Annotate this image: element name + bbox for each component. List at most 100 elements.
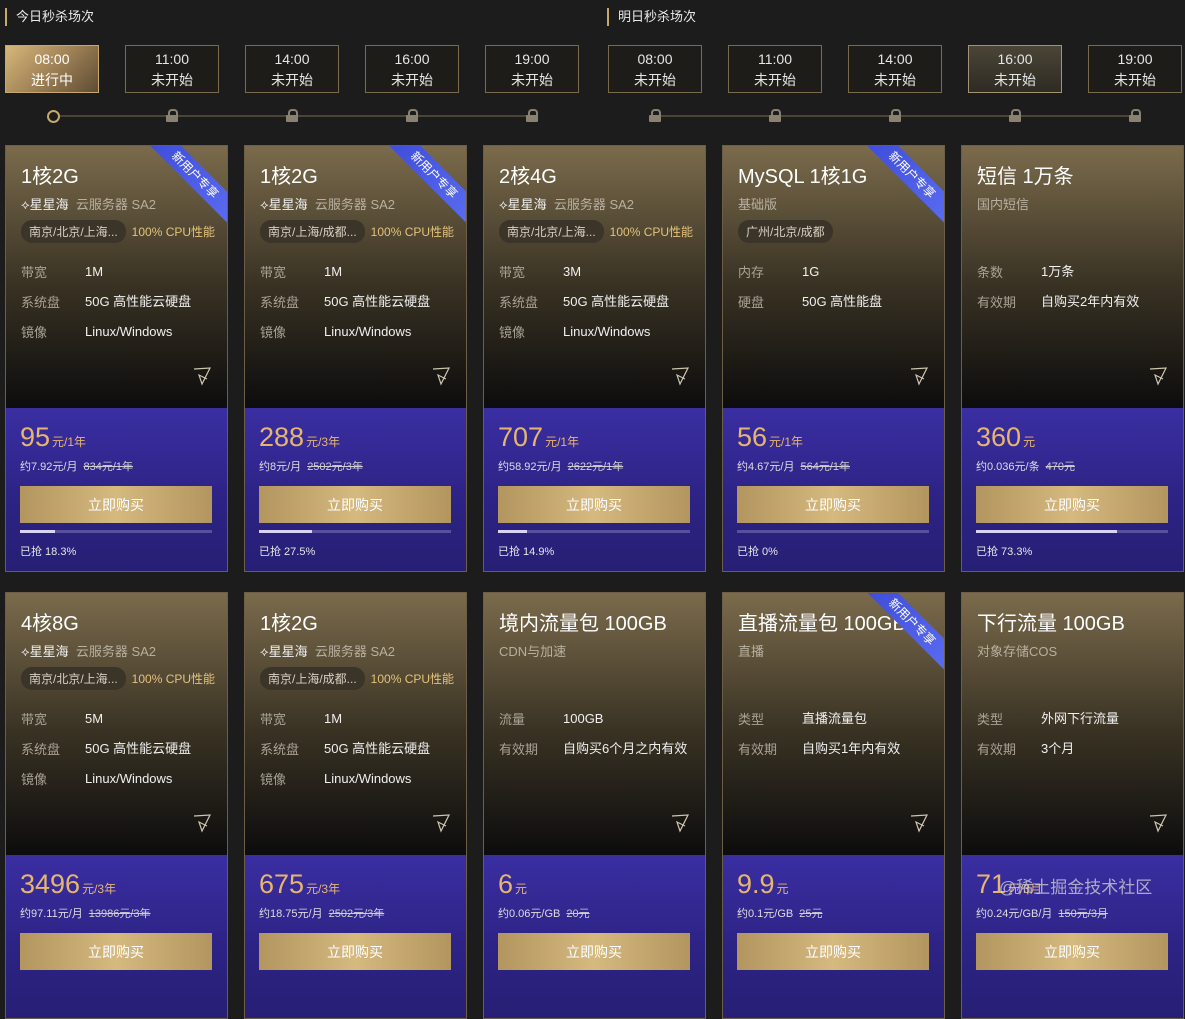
spec-value: 1M (324, 264, 343, 279)
tomorrow-slot-4[interactable]: 19:00 未开始 (1088, 45, 1182, 93)
product-name: 云服务器 SA2 (553, 197, 635, 212)
slot-time: 16:00 (997, 51, 1033, 67)
diamond-icon: ⟡ (260, 644, 269, 659)
product-name: 直播 (738, 644, 765, 659)
tomorrow-slot-2[interactable]: 14:00 未开始 (848, 45, 942, 93)
buy-button[interactable]: 立即购买 (498, 933, 690, 970)
brand-mark-icon (193, 367, 212, 386)
buy-button[interactable]: 立即购买 (737, 486, 929, 523)
spec-value: 100GB (563, 711, 604, 726)
sold-percent: 已抢 14.9% (498, 546, 555, 558)
original-price: 13986元/3年 (88, 908, 151, 920)
spec-value: 外网下行流量 (1041, 711, 1120, 726)
spec-row: 系统盘 50G 高性能云硬盘 (21, 292, 215, 311)
tomorrow-slot-0[interactable]: 08:00 未开始 (608, 45, 702, 93)
price-unit: 元/3年 (306, 435, 341, 449)
today-slot-1[interactable]: 11:00 未开始 (125, 45, 219, 93)
lock-icon (769, 109, 781, 122)
price-value: 6 (498, 869, 514, 899)
spec-key: 镜像 (21, 772, 48, 787)
card-subtitle: 国内短信 (977, 194, 1029, 213)
price-per: 约0.036元/条 470元 (976, 458, 1075, 474)
spec-row: 系统盘 50G 高性能云硬盘 (260, 292, 454, 311)
product-card[interactable]: 1核2G ⟡星星海 云服务器 SA2 南京/北京/上海... 100% CPU性能 带宽… (5, 145, 228, 572)
spec-value: 3个月 (1041, 741, 1075, 756)
spec-value: 50G 高性能云硬盘 (85, 294, 192, 309)
buy-button[interactable]: 立即购买 (976, 486, 1168, 523)
card-tags: 南京/北京/上海... 100% CPU性能 (21, 220, 215, 243)
spec-key: 镜像 (260, 772, 287, 787)
product-card[interactable]: 短信 1万条 国内短信 条数 1万条 有效期 自购买2年内有效 360 元约0.036元/条 4… (961, 145, 1184, 572)
region-tag: 南京/北京/上海... (21, 220, 126, 243)
new-user-badge: 新用户专享 (383, 146, 466, 226)
sold-progress-fill (498, 530, 527, 533)
product-card[interactable]: 1核2G ⟡星星海 云服务器 SA2 南京/上海/成都... 100% CPU性能带宽… (244, 592, 467, 1019)
price-per: 约8元/月 2502元/3年 (259, 458, 363, 474)
buy-button[interactable]: 立即购买 (737, 933, 929, 970)
monthly-price: 约0.036元/条 (976, 461, 1040, 473)
price: 3496 元/3年 (20, 869, 116, 900)
spec-value: 50G 高性能云硬盘 (563, 294, 670, 309)
spec-value: 3M (563, 264, 582, 279)
spec-row: 类型 外网下行流量 (977, 709, 1171, 728)
card-subtitle: ⟡星星海 云服务器 SA2 (260, 641, 395, 660)
original-price: 2502元/3年 (307, 461, 363, 473)
buy-button[interactable]: 立即购买 (259, 486, 451, 523)
brand-logo: ⟡星星海 (260, 197, 308, 212)
product-name: 云服务器 SA2 (314, 197, 396, 212)
price-per: 约7.92元/月 834元/1年 (20, 458, 133, 474)
price-unit: 元 (1023, 435, 1036, 449)
card-title: 下行流量 100GB (977, 613, 1125, 635)
card-title: MySQL 1核1G (738, 166, 868, 188)
sold-percent: 已抢 0% (737, 546, 778, 558)
slot-time: 08:00 (637, 51, 673, 67)
spec-row: 镜像 Linux/Windows (260, 769, 454, 788)
purchase-panel: 56 元/1年 约4.67元/月 564元/1年 立即购买 已抢 0% (723, 408, 944, 571)
spec-row: 带宽 1M (260, 709, 454, 728)
today-slot-4[interactable]: 19:00 未开始 (485, 45, 579, 93)
product-card[interactable]: 2核4G ⟡星星海 云服务器 SA2 南京/北京/上海... 100% CPU性能 带宽… (483, 145, 706, 572)
product-card[interactable]: 境内流量包 100GB CDN与加速 流量 100GB 有效期 自购买6个月之内有效 6 元约… (483, 592, 706, 1019)
today-slot-2[interactable]: 14:00 未开始 (245, 45, 339, 93)
card-subtitle: ⟡星星海 云服务器 SA2 (21, 641, 156, 660)
product-card[interactable]: 直播流量包 100GB 直播 类型 直播流量包 有效期 自购买1年内有效 新用户专享 9.9 元… (722, 592, 945, 1019)
product-card[interactable]: 4核8G ⟡星星海 云服务器 SA2 南京/北京/上海... 100% CPU性能 带宽… (5, 592, 228, 1019)
tomorrow-slot-1[interactable]: 11:00 未开始 (728, 45, 822, 93)
tomorrow-slot-3[interactable]: 16:00 未开始 (968, 45, 1062, 93)
card-subtitle: ⟡星星海 云服务器 SA2 (499, 194, 634, 213)
product-name: 云服务器 SA2 (75, 644, 157, 659)
sold-percent: 已抢 18.3% (20, 546, 77, 558)
price: 360 元 (976, 422, 1035, 453)
card-title: 1核2G (260, 613, 318, 635)
product-card[interactable]: MySQL 1核1G 基础版 广州/北京/成都 内存 1G 硬盘 50G 高性能盘 新用户专享… (722, 145, 945, 572)
monthly-price: 约0.06元/GB (498, 908, 561, 920)
cpu-tag: 100% CPU性能 (131, 225, 216, 239)
price-per: 约97.11元/月 13986元/3年 (20, 905, 151, 921)
slot-time: 14:00 (274, 51, 310, 67)
buy-button[interactable]: 立即购买 (20, 933, 212, 970)
slot-status: 未开始 (874, 72, 916, 88)
product-name: 云服务器 SA2 (314, 644, 396, 659)
buy-button[interactable]: 立即购买 (976, 933, 1168, 970)
buy-button[interactable]: 立即购买 (20, 486, 212, 523)
product-card[interactable]: 1核2G ⟡星星海 云服务器 SA2 南京/上海/成都... 100% CPU性能 带宽… (244, 145, 467, 572)
price-unit: 元/3年 (306, 882, 341, 896)
today-slot-3[interactable]: 16:00 未开始 (365, 45, 459, 93)
monthly-price: 约18.75元/月 (259, 908, 323, 920)
buy-button[interactable]: 立即购买 (259, 933, 451, 970)
sold-percent: 已抢 73.3% (976, 546, 1033, 558)
card-tags: 南京/上海/成都... 100% CPU性能 (260, 667, 454, 690)
today-slot-0[interactable]: 08:00 进行中 (5, 45, 99, 93)
card-tags: 广州/北京/成都 (738, 220, 833, 243)
product-card[interactable]: 下行流量 100GB 对象存储COS 类型 外网下行流量 有效期 3个月 71 元/3月 约0.… (961, 592, 1184, 1019)
purchase-panel: 9.9 元约0.1元/GB 25元 立即购买 (723, 855, 944, 1018)
sold-progress-fill (259, 530, 312, 533)
card-title: 1核2G (260, 166, 318, 188)
purchase-panel: 6 元约0.06元/GB 20元 立即购买 (484, 855, 705, 1018)
spec-value: 直播流量包 (802, 711, 868, 726)
slot-status: 未开始 (754, 72, 796, 88)
buy-button[interactable]: 立即购买 (498, 486, 690, 523)
spec-row: 条数 1万条 (977, 262, 1171, 281)
spec-key: 内存 (738, 265, 765, 280)
spec-value: 50G 高性能盘 (802, 294, 883, 309)
